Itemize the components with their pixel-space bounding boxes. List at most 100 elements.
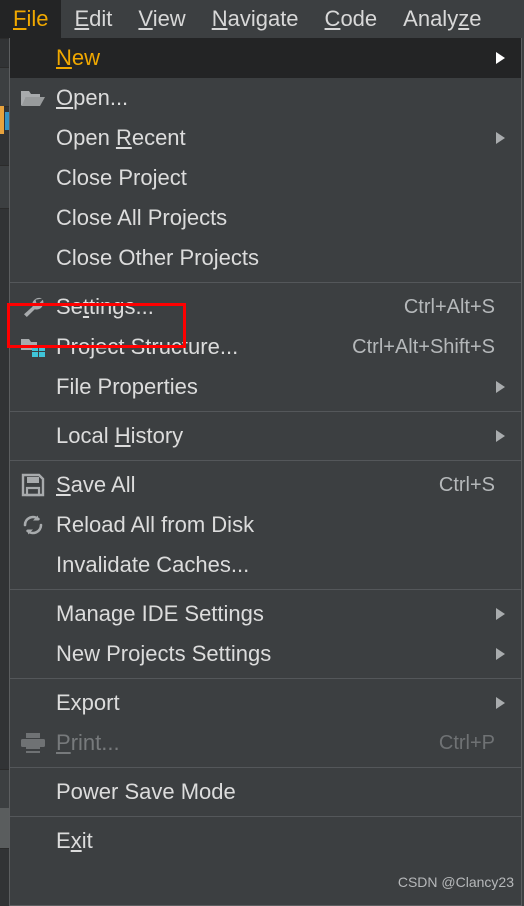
- menu-item-open-recent[interactable]: Open Recent: [10, 118, 521, 158]
- menu-item-label: Close Other Projects: [56, 245, 259, 270]
- submenu-arrow-icon: [496, 381, 505, 393]
- menu-item-export[interactable]: Export: [10, 683, 521, 723]
- background-rail-segment: [0, 848, 9, 906]
- menubar-item-edit[interactable]: Edit: [61, 0, 125, 38]
- menu-item-icon-slot: [10, 118, 56, 158]
- menu-item-invalidate-caches[interactable]: Invalidate Caches...: [10, 545, 521, 585]
- menu-item-icon-slot: [10, 198, 56, 238]
- mnemonic-letter: S: [56, 472, 71, 497]
- menu-item-icon-slot: [10, 238, 56, 278]
- background-rail-segment: [0, 208, 9, 770]
- icon-placeholder: [22, 207, 44, 229]
- mnemonic-letter: V: [138, 6, 153, 31]
- mnemonic-letter: H: [114, 423, 131, 448]
- icon-placeholder: [22, 425, 44, 447]
- mnemonic-letter: t: [82, 294, 90, 319]
- menu-item-local-history[interactable]: Local History: [10, 416, 521, 456]
- menu-item-exit[interactable]: Exit: [10, 821, 521, 861]
- menu-item-icon-slot: [10, 287, 56, 327]
- menu-item-close-other-projects[interactable]: Close Other Projects: [10, 238, 521, 278]
- icon-placeholder: [22, 376, 44, 398]
- mnemonic-letter: N: [211, 6, 228, 31]
- menu-item-icon-slot: [10, 367, 56, 407]
- menu-separator: [10, 678, 521, 679]
- menu-separator: [10, 767, 521, 768]
- mnemonic-letter: E: [74, 6, 90, 31]
- menu-item-manage-ide-settings[interactable]: Manage IDE Settings: [10, 594, 521, 634]
- menubar-item-file[interactable]: File: [0, 0, 62, 38]
- submenu-arrow-icon: [496, 648, 505, 660]
- background-rail-segment: [0, 38, 9, 68]
- menu-separator: [10, 460, 521, 461]
- menu-item-settings[interactable]: Settings... Ctrl+Alt+S: [10, 287, 521, 327]
- mnemonic-letter: N: [56, 45, 72, 70]
- menu-item-label: Local History: [56, 423, 184, 448]
- printer-icon: [20, 732, 46, 754]
- background-scrollbar-thumb[interactable]: [0, 808, 9, 848]
- menu-item-icon-slot: [10, 545, 56, 585]
- menu-item-power-save-mode[interactable]: Power Save Mode: [10, 772, 521, 812]
- menu-item-shortcut: Ctrl+S: [438, 473, 495, 496]
- background-left-rail: [0, 38, 9, 906]
- submenu-arrow-icon: [496, 430, 505, 442]
- menubar-item-code[interactable]: Code: [312, 0, 391, 38]
- menu-item-icon-slot: [10, 327, 56, 367]
- background-active-tab-marker: [0, 106, 4, 134]
- mnemonic-letter: z: [458, 6, 470, 31]
- menu-item-save-all[interactable]: Save All Ctrl+S: [10, 465, 521, 505]
- menu-item-icon-slot: [10, 634, 56, 674]
- mnemonic-letter: R: [115, 125, 132, 150]
- menu-bar: File Edit View Navigate Code Analyze: [0, 0, 524, 38]
- menu-item-open[interactable]: Open...: [10, 78, 521, 118]
- project-structure-icon: [20, 336, 46, 358]
- menu-item-shortcut: Ctrl+P: [438, 731, 495, 754]
- menu-item-label: New: [56, 45, 101, 70]
- menu-item-label: Save All: [56, 472, 136, 497]
- menu-item-label: Export: [56, 690, 120, 715]
- menubar-item-view[interactable]: View: [125, 0, 198, 38]
- menu-item-shortcut: Ctrl+Alt+S: [403, 295, 495, 318]
- wrench-icon: [21, 295, 45, 319]
- menu-item-project-structure[interactable]: Project Structure... Ctrl+Alt+Shift+S: [10, 327, 521, 367]
- menu-separator: [10, 816, 521, 817]
- menu-item-new-projects-settings[interactable]: New Projects Settings: [10, 634, 521, 674]
- mnemonic-letter: C: [324, 6, 341, 31]
- menu-item-shortcut: Ctrl+Alt+Shift+S: [352, 335, 495, 358]
- menu-separator: [10, 589, 521, 590]
- menu-item-icon-slot: [10, 723, 56, 763]
- ide-window: File Edit View Navigate Code Analyze New Open.…: [0, 0, 524, 906]
- save-icon: [21, 473, 45, 497]
- icon-placeholder: [22, 692, 44, 714]
- menu-item-icon-slot: [10, 821, 56, 861]
- menu-item-file-properties[interactable]: File Properties: [10, 367, 521, 407]
- menu-item-label: Manage IDE Settings: [56, 601, 264, 626]
- submenu-arrow-icon: [496, 52, 505, 64]
- menu-item-label: Settings...: [56, 294, 154, 319]
- icon-placeholder: [22, 781, 44, 803]
- file-menu-popup: New Open... Open Recent Close Project Close …: [9, 38, 522, 906]
- submenu-arrow-icon: [496, 697, 505, 709]
- menu-item-label: Power Save Mode: [56, 779, 236, 804]
- watermark-text: CSDN @Clancy23: [397, 874, 514, 890]
- mnemonic-letter: F: [13, 6, 27, 31]
- submenu-arrow-icon: [496, 608, 505, 620]
- menu-item-new[interactable]: New: [10, 38, 521, 78]
- menu-item-label: New Projects Settings: [56, 641, 272, 666]
- menu-item-icon-slot: [10, 158, 56, 198]
- icon-placeholder: [22, 127, 44, 149]
- menu-item-label: Close Project: [56, 165, 187, 190]
- menu-item-reload-all-from-disk[interactable]: Reload All from Disk: [10, 505, 521, 545]
- menu-item-close-all-projects[interactable]: Close All Projects: [10, 198, 521, 238]
- menu-item-label: Reload All from Disk: [56, 512, 255, 537]
- menu-item-icon-slot: [10, 594, 56, 634]
- menu-item-label: Close All Projects: [56, 205, 228, 230]
- menu-item-icon-slot: [10, 505, 56, 545]
- reload-icon: [21, 513, 45, 537]
- menu-item-close-project[interactable]: Close Project: [10, 158, 521, 198]
- menu-separator: [10, 282, 521, 283]
- mnemonic-letter: x: [70, 828, 82, 853]
- menubar-item-analyze[interactable]: Analyze: [390, 0, 494, 38]
- mnemonic-letter: P: [56, 730, 71, 755]
- menu-item-icon-slot: [10, 38, 56, 78]
- menubar-item-navigate[interactable]: Navigate: [199, 0, 312, 38]
